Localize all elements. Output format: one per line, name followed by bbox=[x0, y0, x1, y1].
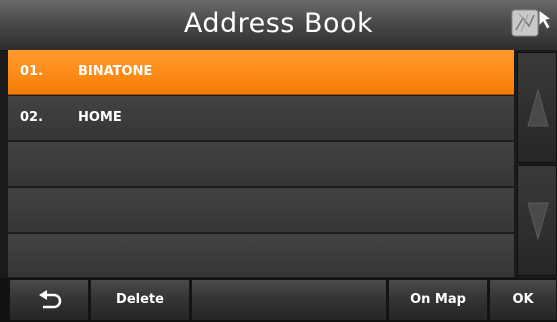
title-bar: Address Book bbox=[0, 0, 557, 51]
list-item[interactable] bbox=[8, 188, 514, 233]
toolbar-spacer bbox=[191, 279, 387, 321]
list-item-name: HOME bbox=[78, 110, 122, 125]
scroll-down-button[interactable] bbox=[517, 165, 557, 276]
list-item-number: 02. bbox=[20, 110, 44, 125]
scroll-up-button[interactable] bbox=[517, 52, 557, 163]
back-button[interactable] bbox=[9, 279, 89, 321]
list-item[interactable] bbox=[8, 142, 514, 187]
triangle-down-icon bbox=[527, 202, 549, 241]
on-map-button[interactable]: On Map bbox=[388, 279, 488, 321]
list-item[interactable]: 01. BINATONE bbox=[8, 50, 514, 95]
bottom-toolbar: Delete On Map OK bbox=[0, 278, 557, 322]
triangle-up-icon bbox=[527, 88, 549, 127]
back-arrow-icon bbox=[39, 290, 62, 309]
address-list: 01. BINATONE 02. HOME bbox=[8, 50, 514, 278]
list-item-name: BINATONE bbox=[78, 64, 153, 79]
list-item-number: 01. bbox=[20, 64, 44, 79]
list-item[interactable] bbox=[8, 234, 514, 278]
page-title: Address Book bbox=[183, 8, 374, 39]
list-item[interactable]: 02. HOME bbox=[8, 96, 514, 141]
ok-button[interactable]: OK bbox=[489, 279, 557, 321]
map-cursor-icon[interactable] bbox=[509, 4, 557, 44]
delete-button[interactable]: Delete bbox=[90, 279, 190, 321]
scrollbar[interactable] bbox=[515, 50, 557, 278]
